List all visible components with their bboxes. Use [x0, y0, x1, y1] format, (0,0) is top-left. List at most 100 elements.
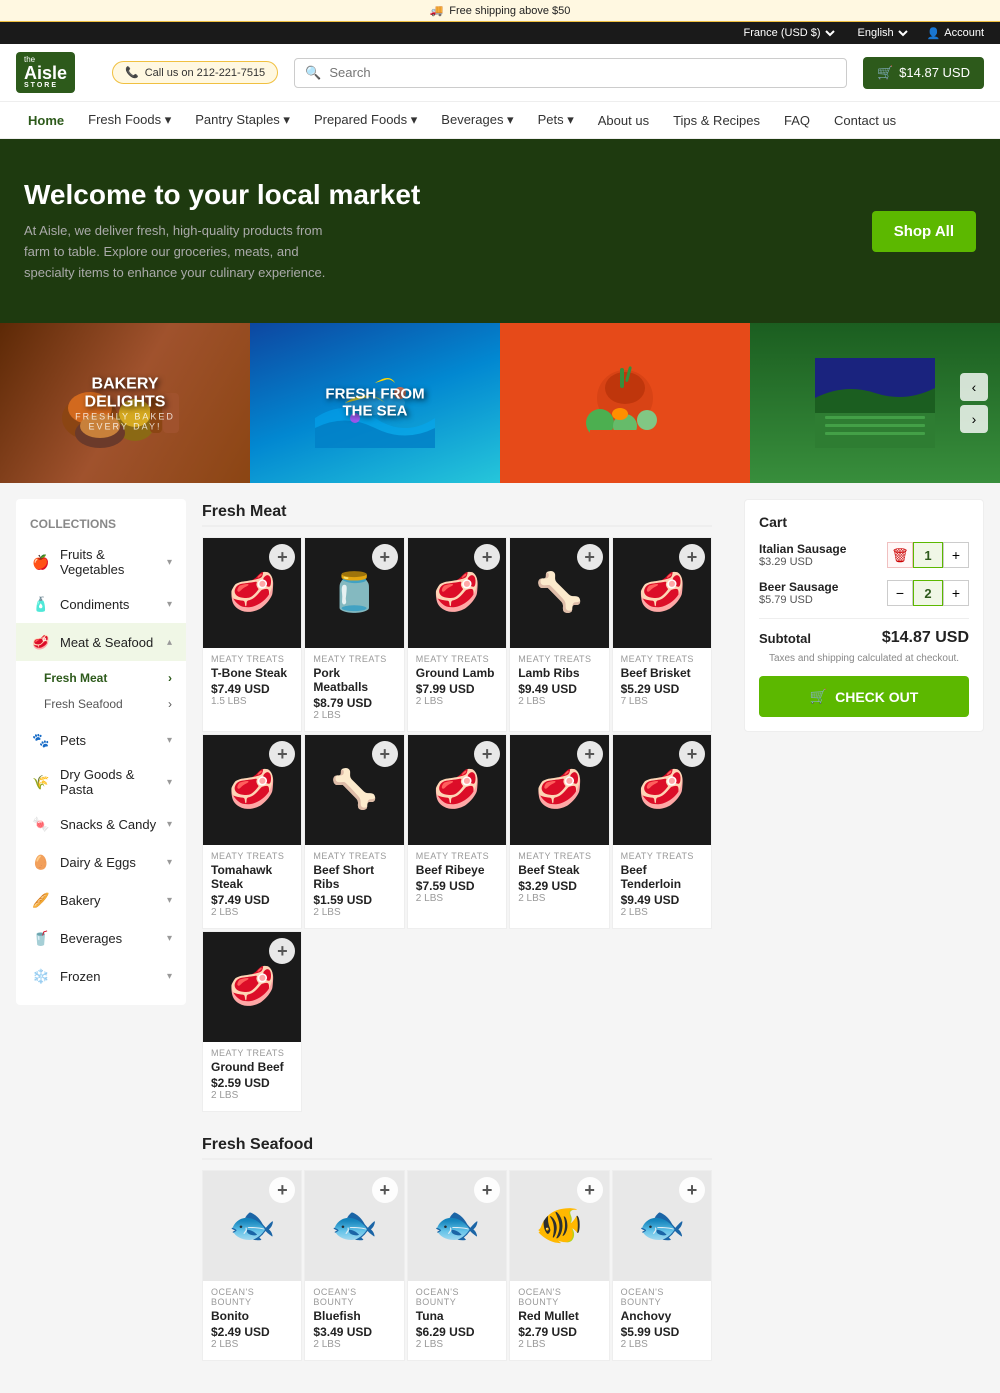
sidebar-item-pets[interactable]: 🐾 Pets ▾ [16, 721, 186, 759]
product-weight: 2 LBS [313, 907, 395, 918]
cart-button[interactable]: 🛒 $14.87 USD [863, 57, 984, 89]
sidebar-meat-submenu: Fresh Meat › Fresh Seafood › [16, 661, 186, 721]
nav-fresh-foods[interactable]: Fresh Foods ▾ [76, 102, 183, 138]
cart-item-price-0: $3.29 USD [759, 556, 846, 568]
banner-vegetables[interactable] [500, 323, 750, 483]
banner-sea[interactable]: FRESH FROMTHE SEA [250, 323, 500, 483]
seafood-product-card-3[interactable]: 🐠 + OCEAN'S BOUNTY Red Mullet $2.79 USD … [509, 1170, 609, 1361]
meat-product-card-5[interactable]: 🥩 + MEATY TREATS Tomahawk Steak $7.49 US… [202, 734, 302, 929]
nav-faq[interactable]: FAQ [772, 102, 822, 138]
nav-contact[interactable]: Contact us [822, 102, 908, 138]
product-price: $7.99 USD [416, 682, 498, 696]
product-brand: MEATY TREATS [621, 851, 703, 861]
product-brand: MEATY TREATS [518, 654, 600, 664]
add-to-cart-button[interactable]: + [372, 1177, 398, 1203]
sidebar-item-dry-goods[interactable]: 🌾 Dry Goods & Pasta ▾ [16, 759, 186, 805]
account-link[interactable]: 👤 Account [927, 27, 984, 40]
nav-home[interactable]: Home [16, 102, 76, 138]
meat-product-card-4[interactable]: 🥩 + MEATY TREATS Beef Brisket $5.29 USD … [612, 537, 712, 732]
product-name: Tomahawk Steak [211, 863, 293, 891]
sidebar-item-beverages[interactable]: 🥤 Beverages ▾ [16, 919, 186, 957]
sidebar-item-dairy[interactable]: 🥚 Dairy & Eggs ▾ [16, 843, 186, 881]
cart-delete-button-0[interactable]: 🗑 [887, 542, 913, 568]
add-to-cart-button[interactable]: + [372, 741, 398, 767]
seafood-product-card-1[interactable]: 🐟 + OCEAN'S BOUNTY Bluefish $3.49 USD 2 … [304, 1170, 404, 1361]
cart-increase-button-1[interactable]: + [943, 580, 969, 606]
add-to-cart-button[interactable]: + [269, 938, 295, 964]
seafood-product-card-0[interactable]: 🐟 + OCEAN'S BOUNTY Bonito $2.49 USD 2 LB… [202, 1170, 302, 1361]
add-to-cart-button[interactable]: + [269, 1177, 295, 1203]
cart-increase-button-0[interactable]: + [943, 542, 969, 568]
seafood-product-card-2[interactable]: 🐟 + OCEAN'S BOUNTY Tuna $6.29 USD 2 LBS [407, 1170, 507, 1361]
cart-decrease-button-1[interactable]: − [887, 580, 913, 606]
nav-pets[interactable]: Pets ▾ [526, 102, 586, 138]
nav-about[interactable]: About us [586, 102, 661, 138]
shop-all-button[interactable]: Shop All [872, 211, 976, 252]
cart-total: $14.87 USD [899, 65, 970, 80]
sidebar-sub-fresh-seafood[interactable]: Fresh Seafood › [16, 691, 186, 717]
add-to-cart-button[interactable]: + [679, 544, 705, 570]
sidebar-item-snacks[interactable]: 🍬 Snacks & Candy ▾ [16, 805, 186, 843]
meat-product-card-10[interactable]: 🥩 + MEATY TREATS Ground Beef $2.59 USD 2… [202, 931, 302, 1112]
banner-next-button[interactable]: › [960, 405, 988, 433]
meat-product-card-8[interactable]: 🥩 + MEATY TREATS Beef Steak $3.29 USD 2 … [509, 734, 609, 929]
phone-badge[interactable]: 📞 Call us on 212-221-7515 [112, 61, 278, 84]
add-to-cart-button[interactable]: + [577, 1177, 603, 1203]
region-selector[interactable]: France (USD $) [740, 26, 838, 40]
logo[interactable]: the Aisle STORE [16, 52, 96, 93]
add-to-cart-button[interactable]: + [269, 741, 295, 767]
product-name: Bluefish [313, 1309, 395, 1323]
search-bar[interactable]: 🔍 [294, 58, 847, 88]
banner-prev-button[interactable]: ‹ [960, 373, 988, 401]
add-to-cart-button[interactable]: + [372, 544, 398, 570]
hero-title: Welcome to your local market [24, 179, 420, 211]
add-to-cart-button[interactable]: + [679, 1177, 705, 1203]
sidebar-dry-goods-label: Dry Goods & Pasta [60, 767, 159, 797]
search-input[interactable] [329, 65, 836, 80]
banner-bakery[interactable]: BAKERY DELIGHTS FRESHLY BAKED EVERY DAY! [0, 323, 250, 483]
checkout-label: CHECK OUT [835, 689, 918, 705]
checkout-button[interactable]: 🛒 CHECK OUT [759, 676, 969, 717]
meat-product-card-3[interactable]: 🦴 + MEATY TREATS Lamb Ribs $9.49 USD 2 L… [509, 537, 609, 732]
chevron-down-icon: ▾ [167, 819, 172, 830]
nav-prepared[interactable]: Prepared Foods ▾ [302, 102, 429, 138]
meat-product-card-2[interactable]: 🥩 + MEATY TREATS Ground Lamb $7.99 USD 2… [407, 537, 507, 732]
product-emoji: 🥩 [536, 768, 583, 812]
meat-product-card-6[interactable]: 🦴 + MEATY TREATS Beef Short Ribs $1.59 U… [304, 734, 404, 929]
add-to-cart-button[interactable]: + [474, 1177, 500, 1203]
product-brand: MEATY TREATS [621, 654, 703, 664]
sidebar-item-bakery[interactable]: 🥖 Bakery ▾ [16, 881, 186, 919]
add-to-cart-button[interactable]: + [474, 544, 500, 570]
meat-product-card-0[interactable]: 🥩 + MEATY TREATS T-Bone Steak $7.49 USD … [202, 537, 302, 732]
product-weight: 2 LBS [518, 1339, 600, 1350]
cart-checkout-icon: 🛒 [810, 688, 827, 705]
add-to-cart-button[interactable]: + [577, 544, 603, 570]
chevron-down-icon: ▾ [167, 971, 172, 982]
add-to-cart-button[interactable]: + [474, 741, 500, 767]
pets-icon: 🐾 [30, 729, 52, 751]
add-to-cart-button[interactable]: + [577, 741, 603, 767]
chevron-down-icon: ▾ [167, 895, 172, 906]
meat-product-card-7[interactable]: 🥩 + MEATY TREATS Beef Ribeye $7.59 USD 2… [407, 734, 507, 929]
product-emoji: 🐟 [229, 1204, 276, 1248]
sidebar-item-frozen[interactable]: ❄️ Frozen ▾ [16, 957, 186, 995]
language-selector[interactable]: English [854, 26, 911, 40]
seafood-product-card-4[interactable]: 🐟 + OCEAN'S BOUNTY Anchovy $5.99 USD 2 L… [612, 1170, 712, 1361]
add-to-cart-button[interactable]: + [679, 741, 705, 767]
sidebar-item-fruits[interactable]: 🍎 Fruits & Vegetables ▾ [16, 539, 186, 585]
phone-number: Call us on 212-221-7515 [145, 67, 265, 79]
nav-pantry[interactable]: Pantry Staples ▾ [183, 102, 302, 138]
add-to-cart-button[interactable]: + [269, 544, 295, 570]
meat-product-card-1[interactable]: 🫙 + MEATY TREATS Pork Meatballs $8.79 US… [304, 537, 404, 732]
sidebar-item-meat[interactable]: 🥩 Meat & Seafood ▴ [16, 623, 186, 661]
nav-tips[interactable]: Tips & Recipes [661, 102, 772, 138]
shipping-icon: 🚚 [430, 4, 444, 17]
product-weight: 2 LBS [621, 1339, 703, 1350]
sidebar-item-condiments[interactable]: 🧴 Condiments ▾ [16, 585, 186, 623]
sidebar-sub-fresh-meat[interactable]: Fresh Meat › [16, 665, 186, 691]
product-weight: 2 LBS [211, 907, 293, 918]
chevron-up-icon: ▴ [167, 637, 172, 648]
sidebar-snacks-label: Snacks & Candy [60, 817, 159, 832]
nav-beverages[interactable]: Beverages ▾ [429, 102, 525, 138]
meat-product-card-9[interactable]: 🥩 + MEATY TREATS Beef Tenderloin $9.49 U… [612, 734, 712, 929]
